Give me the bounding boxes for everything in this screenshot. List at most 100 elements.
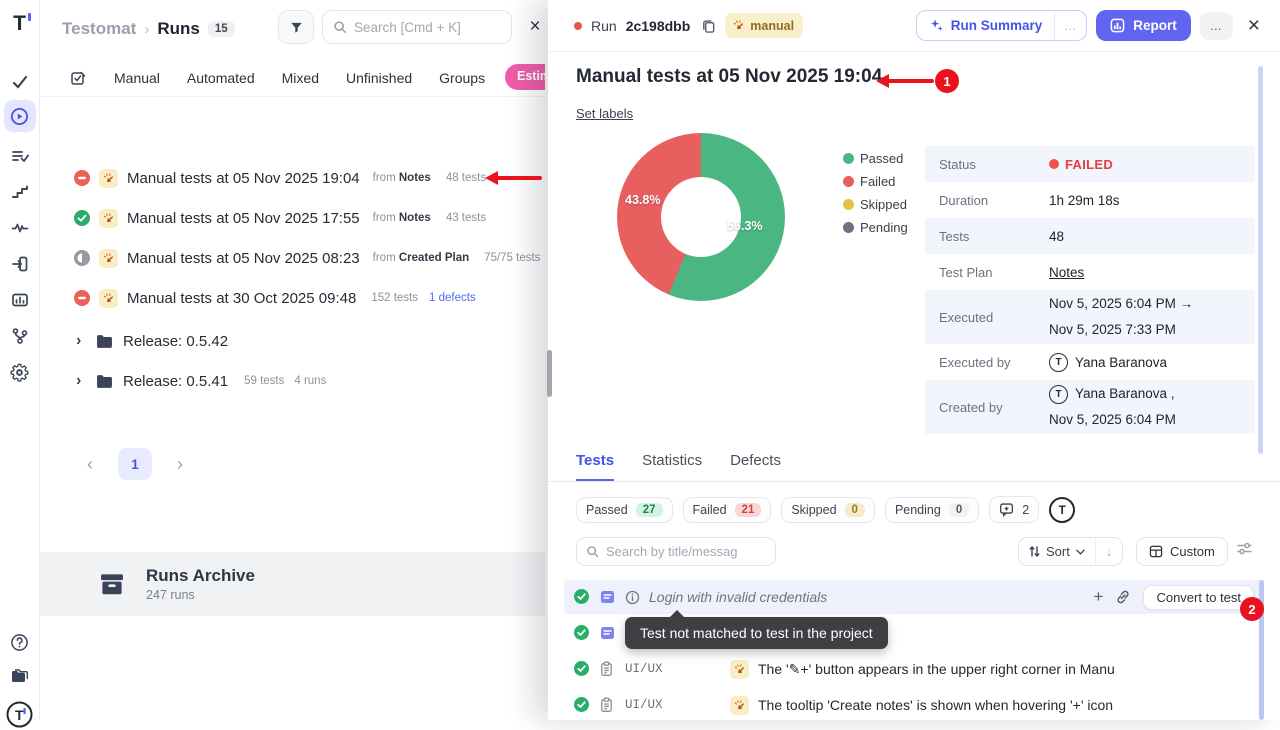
tab-manual[interactable]: Manual xyxy=(114,70,160,86)
tab-tests[interactable]: Tests xyxy=(576,452,614,481)
result-filter-chips: Passed27 Failed21 Skipped0 Pending0 2 T xyxy=(576,496,1075,523)
legend-label: Passed xyxy=(860,151,903,166)
filter-button[interactable] xyxy=(278,10,314,44)
run-status-dot xyxy=(574,22,582,30)
global-search[interactable] xyxy=(322,10,512,44)
prev-page-button[interactable]: ‹ xyxy=(76,454,104,475)
legend-dot-pending xyxy=(843,222,854,233)
test-row[interactable]: UI/UX The '✎+' button appears in the upp… xyxy=(564,652,1264,686)
analytics-icon[interactable] xyxy=(4,284,36,316)
sort-control: Sort ↓ xyxy=(1018,537,1123,566)
run-from-source: Created Plan xyxy=(399,252,469,264)
tests-search-input[interactable] xyxy=(606,544,756,559)
more-actions-button[interactable]: … xyxy=(1200,12,1233,40)
tab-automated[interactable]: Automated xyxy=(187,70,255,86)
chip-failed[interactable]: Failed21 xyxy=(683,497,772,523)
tests-search[interactable] xyxy=(576,537,776,566)
run-summary-button[interactable]: Run Summary xyxy=(917,11,1055,40)
settings-gear-icon[interactable] xyxy=(4,356,36,388)
assignee-avatar[interactable]: T xyxy=(1049,497,1075,523)
custom-columns-button[interactable]: Custom xyxy=(1136,537,1228,566)
left-panel-scrollbar[interactable] xyxy=(547,350,552,397)
sort-button[interactable]: Sort xyxy=(1019,538,1095,565)
run-row[interactable]: Manual tests at 05 Nov 2025 08:23 from C… xyxy=(74,242,540,274)
svg-text:T: T xyxy=(15,707,24,723)
release-folder-row[interactable]: › Release: 0.5.41 59 tests 4 runs xyxy=(76,366,326,396)
tests-value: 48 xyxy=(1049,229,1064,244)
chevron-right-icon[interactable]: › xyxy=(76,332,86,350)
chip-pending[interactable]: Pending0 xyxy=(885,497,979,523)
chevron-right-icon[interactable]: › xyxy=(76,372,86,390)
status-passed-icon xyxy=(574,697,590,713)
annotation-badge-2: 2 xyxy=(1240,597,1264,621)
convert-to-test-button[interactable]: Convert to test xyxy=(1143,585,1254,610)
pulse-icon[interactable] xyxy=(4,212,36,244)
run-title: Manual tests at 30 Oct 2025 09:48 xyxy=(127,290,356,307)
run-row[interactable]: Manual tests at 05 Nov 2025 19:04 from N… xyxy=(74,162,486,194)
testomat-logo-icon[interactable]: T xyxy=(4,8,36,40)
pagination: ‹ 1 › xyxy=(76,448,194,480)
tab-defects[interactable]: Defects xyxy=(730,452,781,481)
detail-scrollbar[interactable] xyxy=(1258,66,1263,454)
user-avatar[interactable]: T xyxy=(4,698,36,730)
projects-folder-icon[interactable] xyxy=(4,660,36,692)
branch-icon[interactable] xyxy=(4,320,36,352)
page-title: Runs xyxy=(157,19,200,39)
chip-passed[interactable]: Passed27 xyxy=(576,497,673,523)
run-defects-link[interactable]: 1 defects xyxy=(429,292,476,304)
tab-groups[interactable]: Groups xyxy=(439,70,485,86)
run-row[interactable]: Manual tests at 30 Oct 2025 09:48 152 te… xyxy=(74,282,476,314)
user-avatar: T xyxy=(1049,353,1068,372)
chart-legend: Passed Failed Skipped Pending xyxy=(843,151,908,235)
release-folder-row[interactable]: › Release: 0.5.42 xyxy=(76,326,228,356)
info-row-executed: Executed Nov 5, 2025 6:04 PM →Nov 5, 202… xyxy=(925,290,1255,344)
info-row-tests: Tests 48 xyxy=(925,218,1255,254)
search-icon xyxy=(586,545,599,558)
close-search-button[interactable]: × xyxy=(512,10,545,44)
run-summary-more-button[interactable]: … xyxy=(1054,12,1086,40)
archive-count: 247 runs xyxy=(146,588,255,602)
status-passed-icon xyxy=(574,625,590,641)
report-button[interactable]: Report xyxy=(1096,10,1191,41)
help-icon[interactable] xyxy=(4,626,36,658)
info-row-status: Status FAILED xyxy=(925,146,1255,182)
set-labels-link[interactable]: Set labels xyxy=(576,106,633,121)
chip-comments[interactable]: 2 xyxy=(989,496,1039,523)
runs-archive[interactable]: Runs Archive 247 runs xyxy=(40,552,545,616)
add-icon[interactable]: + xyxy=(1094,587,1104,607)
page-number[interactable]: 1 xyxy=(118,448,152,480)
test-plan-link[interactable]: Notes xyxy=(1049,265,1084,280)
status-passed-icon xyxy=(574,661,590,677)
chip-skipped[interactable]: Skipped0 xyxy=(781,497,875,523)
next-page-button[interactable]: › xyxy=(166,454,194,475)
sliders-icon[interactable] xyxy=(1236,540,1253,557)
link-icon[interactable] xyxy=(1115,589,1131,605)
runs-play-icon[interactable] xyxy=(4,100,36,132)
test-row[interactable]: UI/UX The tooltip 'Create notes' is show… xyxy=(564,688,1264,722)
tests-check-icon[interactable] xyxy=(4,66,36,98)
status-failed-icon xyxy=(74,170,90,186)
import-icon[interactable] xyxy=(4,248,36,280)
tab-unfinished[interactable]: Unfinished xyxy=(346,70,412,86)
manual-icon xyxy=(730,660,749,679)
run-from-source: Notes xyxy=(399,212,431,224)
sparkles-icon xyxy=(929,18,944,33)
steps-icon[interactable] xyxy=(4,176,36,208)
status-passed-icon xyxy=(74,210,90,226)
funnel-icon xyxy=(289,20,304,35)
copy-icon[interactable] xyxy=(701,18,716,34)
global-search-input[interactable] xyxy=(354,20,484,35)
duration-value: 1h 29m 18s xyxy=(1049,193,1120,208)
tab-estimate-chip[interactable]: Estim xyxy=(505,64,545,90)
run-title: Manual tests at 05 Nov 2025 17:55 xyxy=(127,210,360,227)
close-panel-button[interactable]: × xyxy=(1242,14,1266,38)
tab-statistics[interactable]: Statistics xyxy=(642,452,702,481)
plans-list-check-icon[interactable] xyxy=(4,140,36,172)
run-row[interactable]: Manual tests at 05 Nov 2025 17:55 from N… xyxy=(74,202,486,234)
sort-direction-button[interactable]: ↓ xyxy=(1095,538,1123,565)
tab-mixed[interactable]: Mixed xyxy=(282,70,319,86)
test-row[interactable]: Login with invalid credentials + Convert… xyxy=(564,580,1264,614)
edit-run-icon[interactable] xyxy=(70,70,87,87)
run-tests-count: 75/75 tests xyxy=(484,252,540,264)
breadcrumb-project[interactable]: Testomat xyxy=(62,19,136,39)
